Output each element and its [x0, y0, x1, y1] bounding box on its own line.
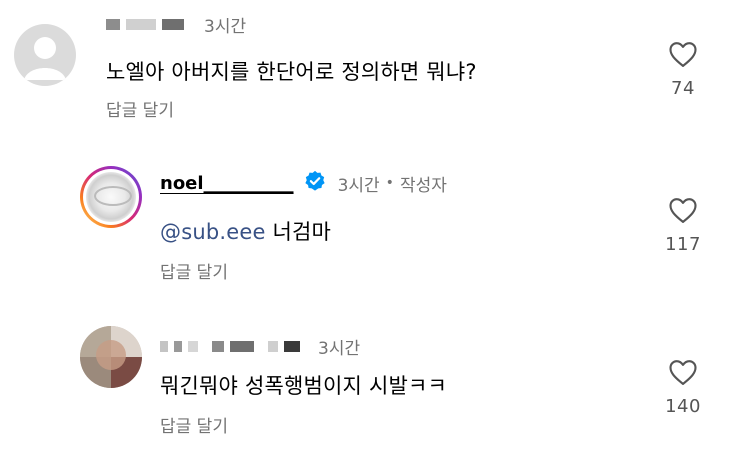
- comment-text: 뭐긴뭐야 성폭행범이지 시발ㅋㅋ: [160, 374, 448, 398]
- comment-text: 노엘아 아버지를 한단어로 정의하면 뭐냐?: [106, 60, 477, 84]
- like-count: 74: [671, 78, 695, 99]
- reply-text: 너검마: [272, 220, 332, 244]
- heart-icon[interactable]: [668, 40, 698, 68]
- comment-text: @sub.eee 너검마: [160, 216, 331, 246]
- heart-icon[interactable]: [668, 196, 698, 224]
- author-label: 작성자: [399, 175, 447, 196]
- like-group: 140: [653, 358, 713, 417]
- username-blurred[interactable]: [106, 19, 190, 30]
- comment-time: 3시간: [318, 339, 361, 359]
- reply-button[interactable]: 답글 달기: [160, 412, 228, 437]
- username-blurred[interactable]: [160, 341, 306, 352]
- comment-meta: noel__________ 3시간 • 작성자: [160, 170, 447, 196]
- comment-meta: 3시간: [106, 12, 246, 37]
- comment-3: 3시간 뭐긴뭐야 성폭행범이지 시발ㅋㅋ 답글 달기 140: [0, 300, 729, 453]
- comment-time: 3시간: [337, 175, 380, 196]
- avatar-default-icon[interactable]: [14, 24, 76, 86]
- comment-1: 3시간 노엘아 아버지를 한단어로 정의하면 뭐냐? 답글 달기 74: [0, 0, 729, 150]
- like-group: 117: [653, 196, 713, 255]
- separator-dot: •: [385, 175, 394, 191]
- comment-2: noel__________ 3시간 • 작성자 @sub.eee 너검마 답글…: [0, 150, 729, 300]
- like-count: 140: [665, 396, 701, 417]
- heart-icon[interactable]: [668, 358, 698, 386]
- reply-button[interactable]: 답글 달기: [106, 96, 174, 121]
- comment-time: 3시간: [204, 17, 247, 37]
- like-group: 74: [653, 40, 713, 99]
- verified-badge-icon: [304, 170, 326, 196]
- author-username[interactable]: noel__________: [160, 173, 294, 194]
- comment-meta: 3시간: [160, 334, 360, 359]
- mention-link[interactable]: @sub.eee: [160, 220, 266, 244]
- avatar-blurred[interactable]: [80, 326, 142, 388]
- reply-button[interactable]: 답글 달기: [160, 258, 228, 283]
- like-count: 117: [665, 234, 701, 255]
- author-avatar[interactable]: [80, 166, 142, 228]
